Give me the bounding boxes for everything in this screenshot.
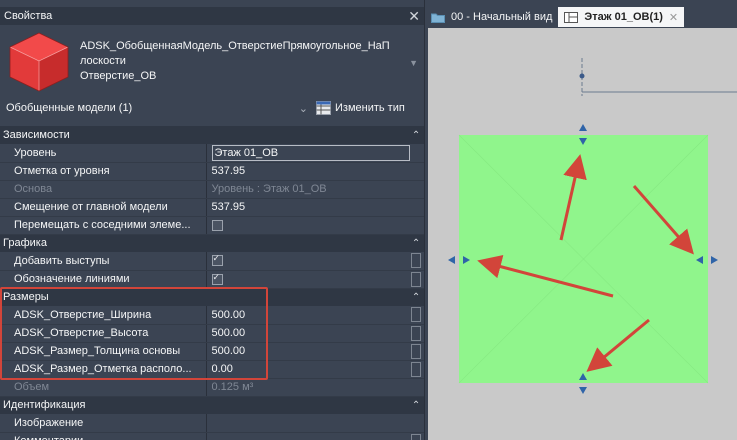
properties-title: Свойства xyxy=(4,10,53,22)
table-row[interactable]: ADSK_Размер_Отметка располо... 0.00 xyxy=(0,360,424,379)
tab-label: 00 - Начальный вид xyxy=(451,11,553,23)
view-tabs: 00 - Начальный вид Этаж 01_ОВ(1) ✕ xyxy=(425,7,737,27)
edit-type-button[interactable]: Изменить тип xyxy=(316,101,405,115)
family-name: ADSK_ОбобщеннаяМодель_ОтверстиеПрямоугол… xyxy=(80,40,390,52)
tab-label: Этаж 01_ОВ(1) xyxy=(584,11,663,23)
collapse-icon[interactable]: ⌃ xyxy=(408,126,424,144)
associate-parameter-button[interactable] xyxy=(411,325,422,341)
chevron-down-icon[interactable]: ▼ xyxy=(409,58,418,68)
associate-parameter-button[interactable] xyxy=(411,361,422,377)
table-row[interactable]: Изображение xyxy=(0,414,424,433)
chevron-down-icon: ⌄ xyxy=(298,102,308,115)
selection-row: Обобщенные модели (1) ⌄ Изменить тип xyxy=(0,96,424,120)
category-identification[interactable]: Идентификация ⌃ xyxy=(0,396,424,414)
close-icon[interactable]: ✕ xyxy=(669,11,678,24)
floor-plan-icon xyxy=(564,11,579,23)
category-dimensions[interactable]: Размеры ⌃ xyxy=(0,288,424,306)
associate-parameter-button[interactable] xyxy=(411,253,422,269)
table-row[interactable]: Добавить выступы xyxy=(0,252,424,271)
drawing-canvas[interactable] xyxy=(428,28,737,440)
selection-label: Обобщенные модели (1) xyxy=(6,101,133,114)
move-with-neighbors-checkbox[interactable] xyxy=(211,219,223,231)
table-row[interactable]: Уровень Этаж 01_ОВ xyxy=(0,144,424,163)
level-marker[interactable] xyxy=(579,58,737,96)
table-row[interactable]: Отметка от уровня 537.95 xyxy=(0,162,424,181)
table-row[interactable]: ADSK_Размер_Толщина основы 500.00 xyxy=(0,342,424,361)
properties-panel: Свойства ✕ ADSK_ОбобщеннаяМодель_Отверст… xyxy=(0,0,425,440)
tab-start-view[interactable]: 00 - Начальный вид xyxy=(425,7,558,27)
family-cube-icon xyxy=(9,32,69,92)
collapse-icon[interactable]: ⌃ xyxy=(408,288,424,306)
table-row[interactable]: ADSK_Отверстие_Ширина 500.00 xyxy=(0,306,424,325)
type-name: Отверстие_ОВ xyxy=(80,70,157,82)
table-row: Основа Уровень : Этаж 01_ОВ xyxy=(0,180,424,199)
collapse-icon[interactable]: ⌃ xyxy=(408,234,424,252)
associate-parameter-button[interactable] xyxy=(411,433,422,440)
close-icon[interactable]: ✕ xyxy=(408,8,420,25)
edit-type-icon xyxy=(316,101,331,115)
properties-table: Зависимости ⌃ Уровень Этаж 01_ОВ Отметка… xyxy=(0,126,424,440)
tab-floor-plan[interactable]: Этаж 01_ОВ(1) ✕ xyxy=(558,7,685,27)
folder-icon xyxy=(431,13,445,23)
type-selector[interactable]: ADSK_ОбобщеннаяМодель_ОтверстиеПрямоугол… xyxy=(0,26,424,94)
table-row[interactable]: Обозначение линиями xyxy=(0,270,424,289)
level-field[interactable]: Этаж 01_ОВ xyxy=(211,144,411,161)
properties-titlebar: Свойства ✕ xyxy=(0,7,424,25)
table-row[interactable]: ADSK_Отверстие_Высота 500.00 xyxy=(0,324,424,343)
table-row[interactable]: Смещение от главной модели 537.95 xyxy=(0,198,424,217)
category-graphics[interactable]: Графика ⌃ xyxy=(0,234,424,252)
table-row[interactable]: Перемещать с соседними элеме... xyxy=(0,216,424,235)
edit-type-label: Изменить тип xyxy=(335,102,405,114)
selection-filter[interactable]: Обобщенные модели (1) ⌄ xyxy=(0,102,316,115)
category-dependencies[interactable]: Зависимости ⌃ xyxy=(0,126,424,144)
associate-parameter-button[interactable] xyxy=(411,271,422,287)
line-symbol-checkbox[interactable] xyxy=(211,272,223,285)
add-projections-checkbox[interactable] xyxy=(211,253,223,267)
associate-parameter-button[interactable] xyxy=(411,307,422,323)
collapse-icon[interactable]: ⌃ xyxy=(408,396,424,414)
table-row: Объем 0.125 м³ xyxy=(0,378,424,397)
family-name-cont: лоскости xyxy=(80,55,126,67)
table-row[interactable]: Комментарии xyxy=(0,432,424,440)
associate-parameter-button[interactable] xyxy=(411,343,422,359)
